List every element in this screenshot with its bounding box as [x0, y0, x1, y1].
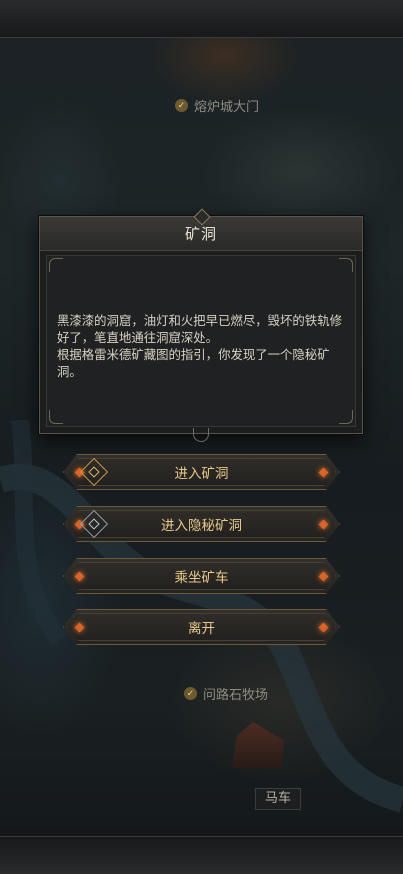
- dialog-body: 黑漆漆的洞窟，油灯和火把早已燃尽，毁坏的铁轨修好了，笔直地通往洞窟深处。 根据格…: [46, 255, 356, 427]
- gem-icon: [319, 468, 329, 478]
- event-dialog: 矿洞 黑漆漆的洞窟，油灯和火把早已燃尽，毁坏的铁轨修好了，笔直地通往洞窟深处。 …: [39, 208, 363, 434]
- gem-icon: [75, 572, 85, 582]
- corner-ornament-icon: [339, 410, 353, 424]
- option-enter-mine-button[interactable]: 进入矿洞: [63, 454, 340, 490]
- location-label: 问路石牧场: [203, 688, 269, 703]
- checkmark-icon: ✓: [175, 99, 188, 112]
- option-ride-minecart-button[interactable]: 乘坐矿车: [63, 558, 340, 594]
- map-location-furnace-gate[interactable]: ✓ 熔炉城大门: [175, 96, 259, 115]
- gem-icon: [319, 623, 329, 633]
- top-frame: [0, 0, 403, 38]
- option-enter-secret-mine-button[interactable]: 进入隐秘矿洞: [63, 506, 340, 542]
- option-label: 离开: [188, 621, 215, 637]
- corner-ornament-icon: [49, 410, 63, 424]
- carriage-button[interactable]: 马车: [255, 788, 301, 810]
- gem-icon: [319, 520, 329, 530]
- gem-icon: [319, 572, 329, 582]
- option-label: 进入隐秘矿洞: [161, 518, 242, 534]
- option-label: 进入矿洞: [174, 466, 229, 482]
- bottom-frame: [0, 836, 403, 874]
- checkmark-icon: ✓: [184, 687, 197, 700]
- option-leave-button[interactable]: 离开: [63, 609, 340, 645]
- mine-entrance-icon: [80, 458, 108, 486]
- corner-ornament-icon: [339, 258, 353, 272]
- location-label: 熔炉城大门: [194, 100, 260, 115]
- dialog-text-paragraph-2: 根据格雷米德矿藏图的指引，你发现了一个隐秘矿洞。: [57, 347, 330, 379]
- dialog-text-paragraph-1: 黑漆漆的洞窟，油灯和火把早已燃尽，毁坏的铁轨修好了，笔直地通往洞窟深处。: [57, 313, 342, 345]
- secret-mine-icon: [80, 510, 108, 538]
- gem-icon: [75, 623, 85, 633]
- map-location-stone-ranch[interactable]: ✓ 问路石牧场: [184, 684, 268, 703]
- corner-ornament-icon: [49, 258, 63, 272]
- option-label: 乘坐矿车: [174, 570, 229, 586]
